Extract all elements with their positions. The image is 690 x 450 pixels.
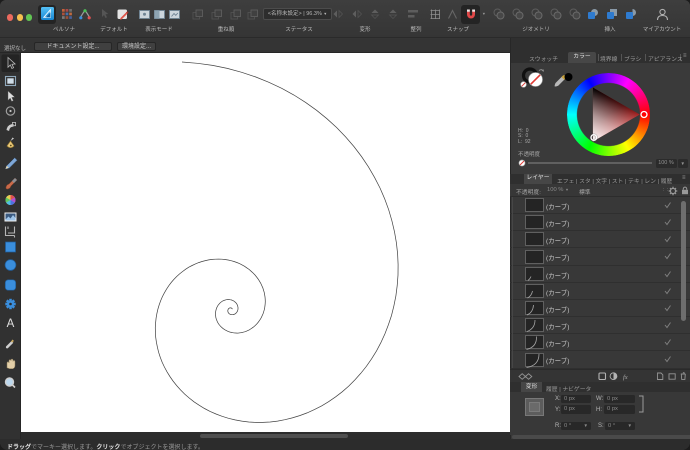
svg-text:fx: fx xyxy=(623,373,628,380)
svg-text:A: A xyxy=(7,318,15,330)
